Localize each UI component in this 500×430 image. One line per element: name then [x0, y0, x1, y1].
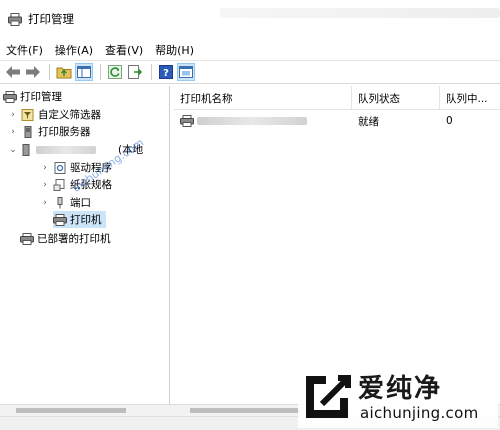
forms-icon: [53, 178, 67, 191]
tree-label: 打印管理: [20, 91, 62, 103]
blurred-area: [220, 8, 500, 18]
watermark-url: aichunjing.com: [360, 404, 479, 422]
tree-item-print-management[interactable]: 打印管理: [3, 88, 62, 105]
tree-item-ports[interactable]: › 端口: [40, 194, 91, 211]
printer-icon: [20, 232, 34, 245]
printer-icon: [53, 213, 67, 226]
blurred-printer-name: [197, 117, 307, 125]
toolbar: ?: [0, 60, 500, 84]
column-header-status[interactable]: 队列状态: [352, 86, 440, 110]
help-icon[interactable]: ?: [157, 63, 175, 81]
chevron-right-icon[interactable]: ›: [40, 163, 50, 173]
tree-item-deployed-printers[interactable]: 已部署的打印机: [20, 230, 111, 247]
show-hide-tree-icon[interactable]: [75, 63, 93, 81]
list-header: 打印机名称 队列状态 队列中...: [174, 86, 500, 110]
watermark-logo-icon: [304, 372, 352, 420]
filter-icon: [21, 108, 35, 121]
column-header-name[interactable]: 打印机名称: [174, 86, 352, 110]
scroll-thumb-right[interactable]: [190, 408, 300, 413]
toolbar-separator: [49, 64, 50, 80]
forward-icon[interactable]: [24, 63, 42, 81]
menu-file[interactable]: 文件(F): [6, 42, 43, 58]
blurred-server-name: [36, 145, 96, 154]
up-folder-icon[interactable]: [55, 63, 73, 81]
tree-label: 端口: [70, 197, 91, 209]
port-icon: [53, 196, 67, 209]
status-cell: 就绪: [358, 115, 379, 128]
refresh-icon[interactable]: [106, 63, 124, 81]
toolbar-separator: [100, 64, 101, 80]
tree-label: 打印服务器: [38, 126, 91, 138]
chevron-down-icon[interactable]: ⌄: [8, 145, 18, 155]
window-title: 打印管理: [28, 12, 74, 26]
menu-bar: 文件(F) 操作(A) 查看(V) 帮助(H): [0, 40, 500, 60]
chevron-right-icon[interactable]: ›: [8, 127, 18, 137]
tree-item-printers[interactable]: 打印机: [53, 211, 106, 228]
toolbar-separator: [151, 64, 152, 80]
watermark-logo: 爱纯净 aichunjing.com: [298, 364, 498, 428]
server-icon: [21, 125, 35, 138]
printer-name-cell: [174, 115, 352, 127]
table-row[interactable]: 就绪 0: [174, 112, 500, 130]
chevron-right-icon[interactable]: ›: [40, 198, 50, 208]
tree-label: 自定义筛选器: [38, 109, 101, 121]
chevron-right-icon[interactable]: ›: [8, 110, 18, 120]
printer-icon: [8, 12, 22, 26]
server-icon: [21, 143, 33, 156]
menu-view[interactable]: 查看(V): [105, 42, 143, 58]
navigation-tree: 打印管理 › 自定义筛选器 › 打印服务器 ⌄ (本地 › 驱动程序 › 纸张规…: [0, 86, 170, 404]
title-bar: 打印管理: [0, 0, 500, 38]
watermark-brand: 爱纯净: [358, 374, 443, 404]
printer-icon: [180, 115, 194, 127]
printer-list: 打印机名称 队列状态 队列中... 就绪 0: [174, 86, 500, 404]
svg-text:?: ?: [163, 68, 169, 79]
column-header-jobs[interactable]: 队列中...: [440, 86, 500, 110]
tree-label: 打印机: [70, 214, 102, 226]
tree-item-print-servers[interactable]: › 打印服务器: [8, 123, 91, 140]
scroll-thumb-left[interactable]: [16, 408, 126, 413]
jobs-cell: 0: [446, 115, 453, 127]
export-list-icon[interactable]: [126, 63, 144, 81]
back-icon[interactable]: [4, 63, 22, 81]
menu-action[interactable]: 操作(A): [55, 42, 93, 58]
driver-icon: [53, 161, 67, 174]
menu-help[interactable]: 帮助(H): [155, 42, 194, 58]
console-icon[interactable]: [177, 63, 195, 81]
chevron-right-icon[interactable]: ›: [40, 180, 50, 190]
tree-label: 已部署的打印机: [37, 233, 111, 245]
print-management-icon: [3, 90, 17, 103]
tree-item-custom-filters[interactable]: › 自定义筛选器: [8, 106, 101, 123]
